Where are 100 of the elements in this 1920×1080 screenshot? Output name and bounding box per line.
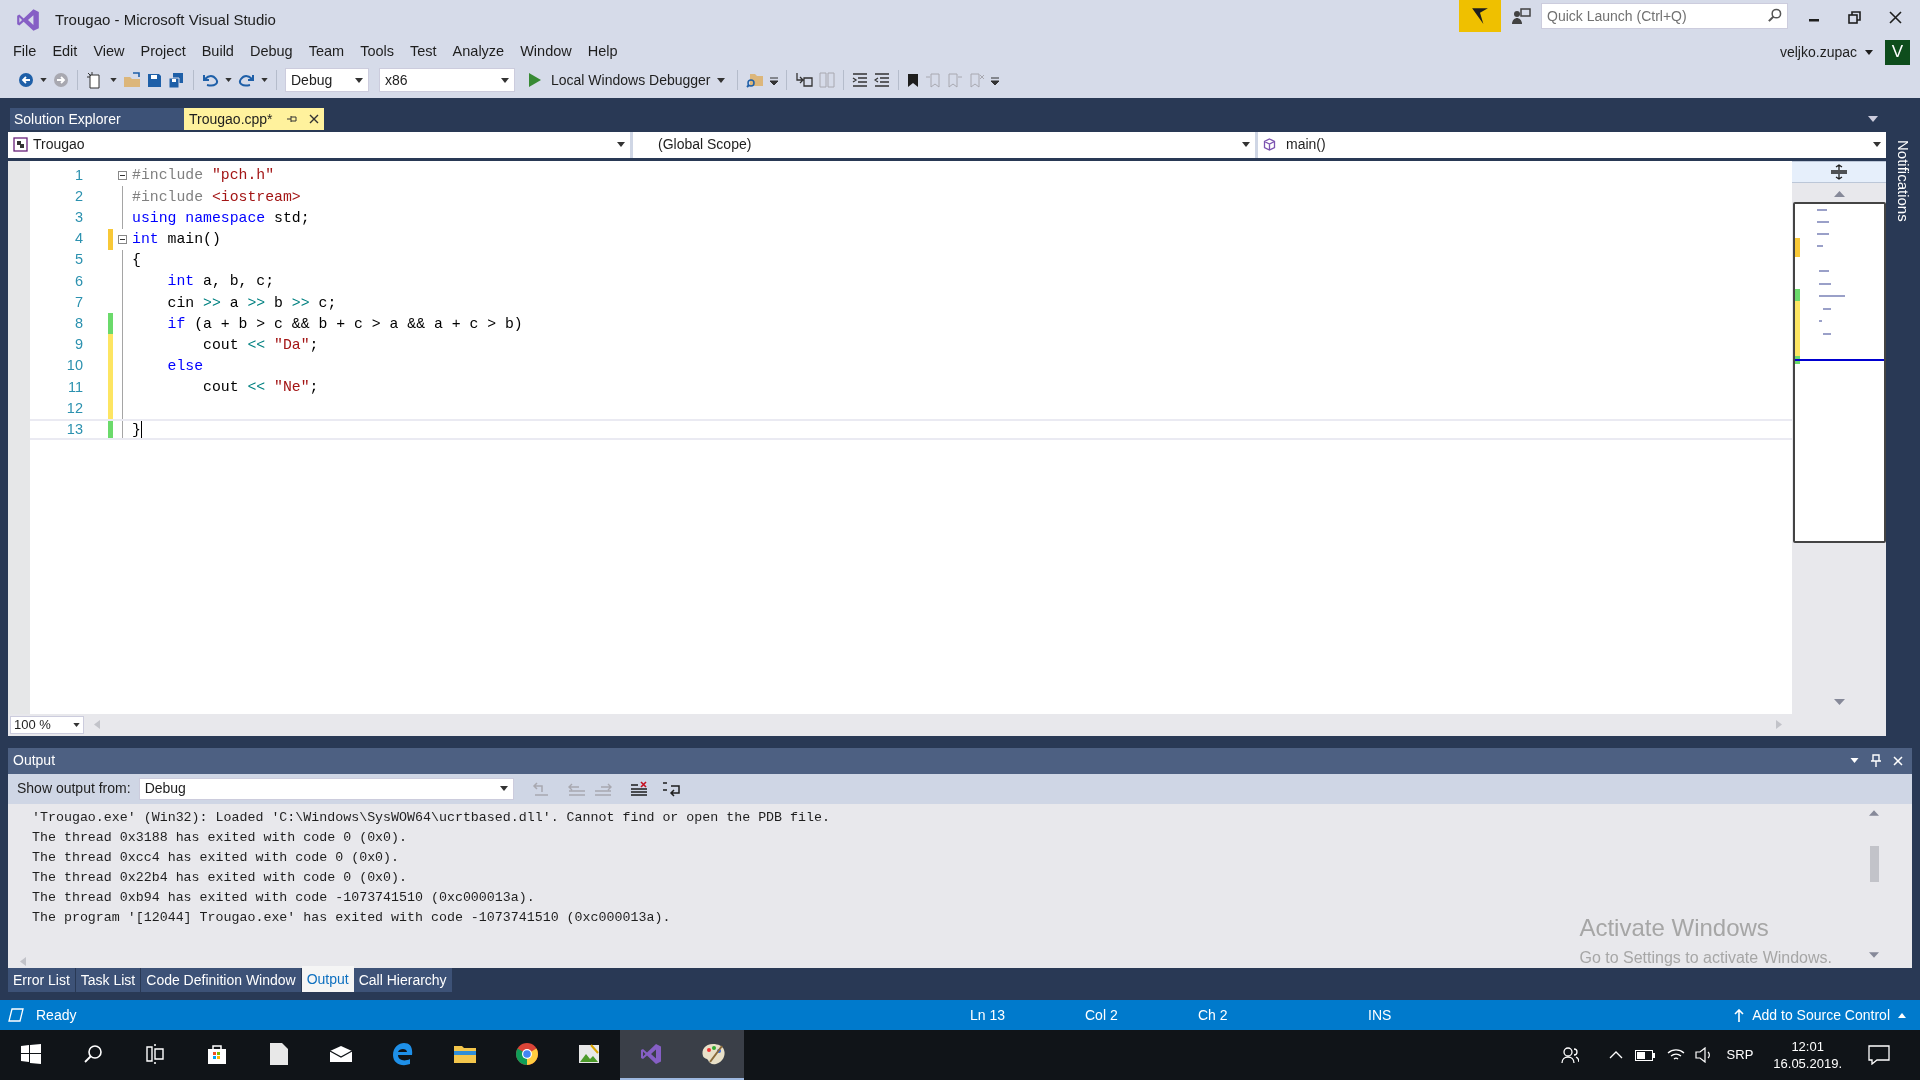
panel-tab[interactable]: Call Hierarchy [353, 968, 452, 992]
pin-icon[interactable] [286, 114, 297, 124]
bookmark-icon[interactable] [906, 72, 919, 88]
start-debugging-button[interactable]: Local Windows Debugger [525, 69, 729, 91]
panel-tab[interactable]: Task List [75, 968, 141, 992]
flag-icon [1471, 7, 1489, 25]
dropdown-caret-icon[interactable] [1850, 758, 1859, 764]
outdent-icon[interactable] [873, 73, 890, 87]
configuration-dropdown[interactable]: Debug [285, 68, 369, 92]
menu-item[interactable]: File [5, 41, 45, 63]
panel-tab[interactable]: Code Definition Window [141, 968, 301, 992]
chrome-browser-icon[interactable] [515, 1042, 539, 1066]
status-text: Ready [36, 1005, 77, 1025]
restore-icon[interactable] [1848, 10, 1861, 24]
code-minimap[interactable] [1792, 201, 1886, 543]
start-icon[interactable] [21, 1044, 41, 1064]
dropdown-caret-icon[interactable] [1868, 116, 1878, 122]
menu-item[interactable]: Tools [352, 41, 402, 63]
caret-icon[interactable] [40, 78, 47, 82]
output-source-dropdown[interactable]: Debug [138, 777, 514, 800]
panel-tab[interactable]: Error List [8, 968, 75, 992]
caret-icon[interactable] [225, 78, 232, 82]
menu-item[interactable]: Window [512, 41, 580, 63]
search-icon[interactable] [83, 1044, 103, 1064]
document-icon[interactable] [269, 1042, 289, 1066]
menu-item[interactable]: Test [402, 41, 445, 63]
account-name[interactable]: veljko.zupac [1779, 41, 1857, 63]
scroll-down-icon[interactable] [1833, 698, 1845, 705]
project-dropdown[interactable]: Trougao [8, 132, 630, 158]
menu-item[interactable]: Debug [241, 41, 301, 63]
image-editor-icon[interactable] [577, 1042, 601, 1066]
step-into-icon[interactable] [794, 72, 813, 88]
open-folder-icon[interactable] [123, 72, 141, 88]
find-in-code-icon [531, 780, 550, 797]
scroll-down-icon[interactable] [1869, 952, 1879, 958]
source-control-button[interactable]: Add to Source Control [1734, 1004, 1906, 1026]
scrollbar-thumb[interactable] [1869, 845, 1879, 882]
scope-dropdown[interactable]: (Global Scope) [633, 132, 1255, 158]
clear-all-icon[interactable] [629, 780, 648, 797]
caret-icon[interactable] [261, 78, 268, 82]
people-icon[interactable] [1560, 1046, 1579, 1064]
notifications-icon[interactable] [1868, 1045, 1890, 1065]
task-view-icon[interactable] [145, 1044, 165, 1064]
word-wrap-icon[interactable] [661, 780, 682, 797]
caret-icon[interactable] [110, 78, 117, 82]
line-number: 8 [73, 313, 83, 333]
menu-item[interactable]: Build [193, 41, 242, 63]
undo-icon[interactable] [202, 72, 219, 88]
close-icon[interactable] [1889, 10, 1902, 24]
collapse-icon[interactable] [118, 234, 127, 244]
menu-item[interactable]: Team [300, 41, 353, 63]
menu-item[interactable]: Analyze [444, 41, 513, 63]
browser-e-icon[interactable] [391, 1042, 415, 1066]
menu-item[interactable]: Project [132, 41, 194, 63]
scroll-up-icon[interactable] [1869, 809, 1879, 816]
save-all-icon[interactable] [168, 71, 185, 89]
chevron-up-icon[interactable] [1608, 1051, 1623, 1059]
character-indicator: Ch 2 [1198, 1005, 1228, 1025]
menu-item[interactable]: Edit [44, 41, 86, 63]
shopping-bag-icon[interactable] [206, 1043, 228, 1065]
folder-icon[interactable] [453, 1044, 477, 1064]
close-icon[interactable] [308, 114, 319, 124]
menu-item[interactable]: View [85, 41, 133, 63]
indent-icon[interactable] [851, 73, 868, 87]
platform-dropdown[interactable]: x86 [379, 68, 515, 92]
feedback-icon[interactable] [1511, 8, 1531, 26]
overflow-icon[interactable] [769, 75, 778, 85]
document-tab[interactable]: Trougao.cpp* [184, 108, 324, 130]
previous-bookmark-icon [924, 72, 941, 88]
mail-icon[interactable] [329, 1045, 353, 1063]
save-icon[interactable] [147, 72, 162, 88]
caret-icon[interactable] [1865, 49, 1873, 55]
split-button[interactable] [1792, 160, 1886, 183]
collapse-icon[interactable] [118, 171, 127, 181]
filter-button[interactable] [1459, 0, 1501, 32]
column-indicator: Col 2 [1085, 1005, 1118, 1025]
redo-icon[interactable] [238, 72, 255, 88]
code-line: cout << "Ne"; [202, 378, 319, 398]
play-icon [529, 73, 541, 87]
battery-icon[interactable] [1634, 1049, 1655, 1061]
output-line: The thread 0xb94 has exited with code -1073741510 (0xc000013a). [32, 888, 535, 907]
line-number: 11 [66, 377, 83, 397]
volume-icon[interactable] [1694, 1047, 1713, 1063]
line-number: 9 [73, 335, 83, 355]
account-avatar[interactable]: V [1885, 39, 1910, 65]
quick-launch-field[interactable]: Quick Launch (Ctrl+Q) [1541, 3, 1788, 29]
notifications-tab[interactable]: Notifications [1891, 140, 1915, 222]
panel-tab[interactable]: Output [301, 966, 354, 992]
member-dropdown[interactable]: main() [1258, 132, 1886, 158]
find-in-files-icon[interactable] [745, 72, 764, 88]
visual-studio-logo-icon [14, 7, 42, 33]
scroll-up-icon[interactable] [1833, 190, 1845, 197]
menu-item[interactable]: Help [579, 41, 626, 63]
document-tab[interactable]: Solution Explorer [10, 108, 184, 130]
paint-palette-icon[interactable] [700, 1042, 726, 1066]
input-language-indicator[interactable]: SRP [1726, 1045, 1754, 1065]
clock[interactable]: 12:01 16.05.2019. [1773, 1038, 1842, 1072]
zoom-dropdown[interactable]: 100 % [10, 715, 84, 734]
overflow-icon[interactable] [990, 75, 999, 85]
back-icon[interactable] [18, 72, 34, 88]
